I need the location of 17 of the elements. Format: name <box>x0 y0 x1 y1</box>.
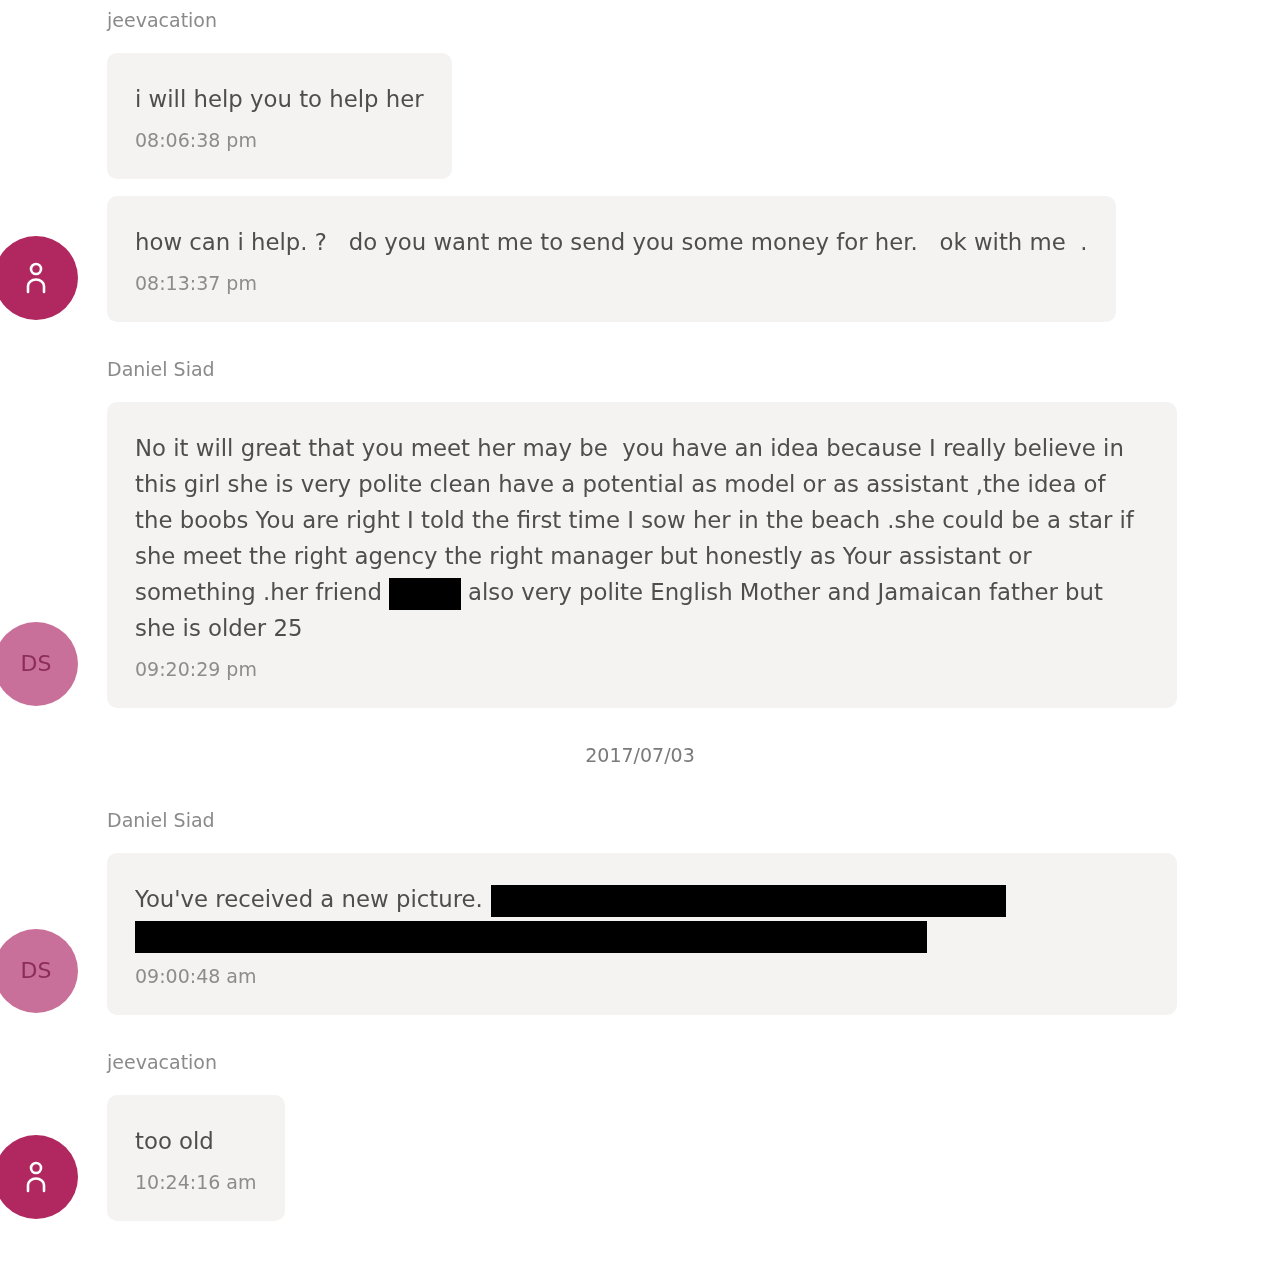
message-time: 08:13:37 pm <box>135 271 257 296</box>
message-text: too old <box>135 1127 214 1156</box>
message-text: i will help you to help her <box>135 85 424 114</box>
message-time: 10:24:16 am <box>135 1170 257 1195</box>
sender-name: Daniel Siad <box>107 358 215 380</box>
sender-name: Daniel Siad <box>107 809 215 831</box>
message-text: No it will great that you meet her may be you have an idea because I really believe in this girl she is very polite clean have a potential as model or as assistant ,the idea of the boobs You are right I told the first time I sow her in the beach .she could be a star if she meet the right agency the right manager but honestly as Your assistant or something .her friend also very polite English Mother and Jamaican father but she is older 25 <box>135 434 1136 643</box>
message-text: You've received a new picture. <box>135 881 1149 953</box>
message-time: 09:20:29 pm <box>135 657 257 682</box>
avatar-initials: DS <box>0 622 78 706</box>
sender-name: jeevacation <box>107 9 218 31</box>
date-divider: 2017/07/03 <box>585 743 695 767</box>
sender-name: jeevacation <box>107 1051 218 1073</box>
message-time: 08:06:38 pm <box>135 128 257 153</box>
message-time: 09:00:48 am <box>135 964 257 989</box>
avatar-initials: DS <box>0 929 78 1013</box>
message-text: how can i help. ? do you want me to send you some money for her. ok with me . <box>135 228 1088 257</box>
